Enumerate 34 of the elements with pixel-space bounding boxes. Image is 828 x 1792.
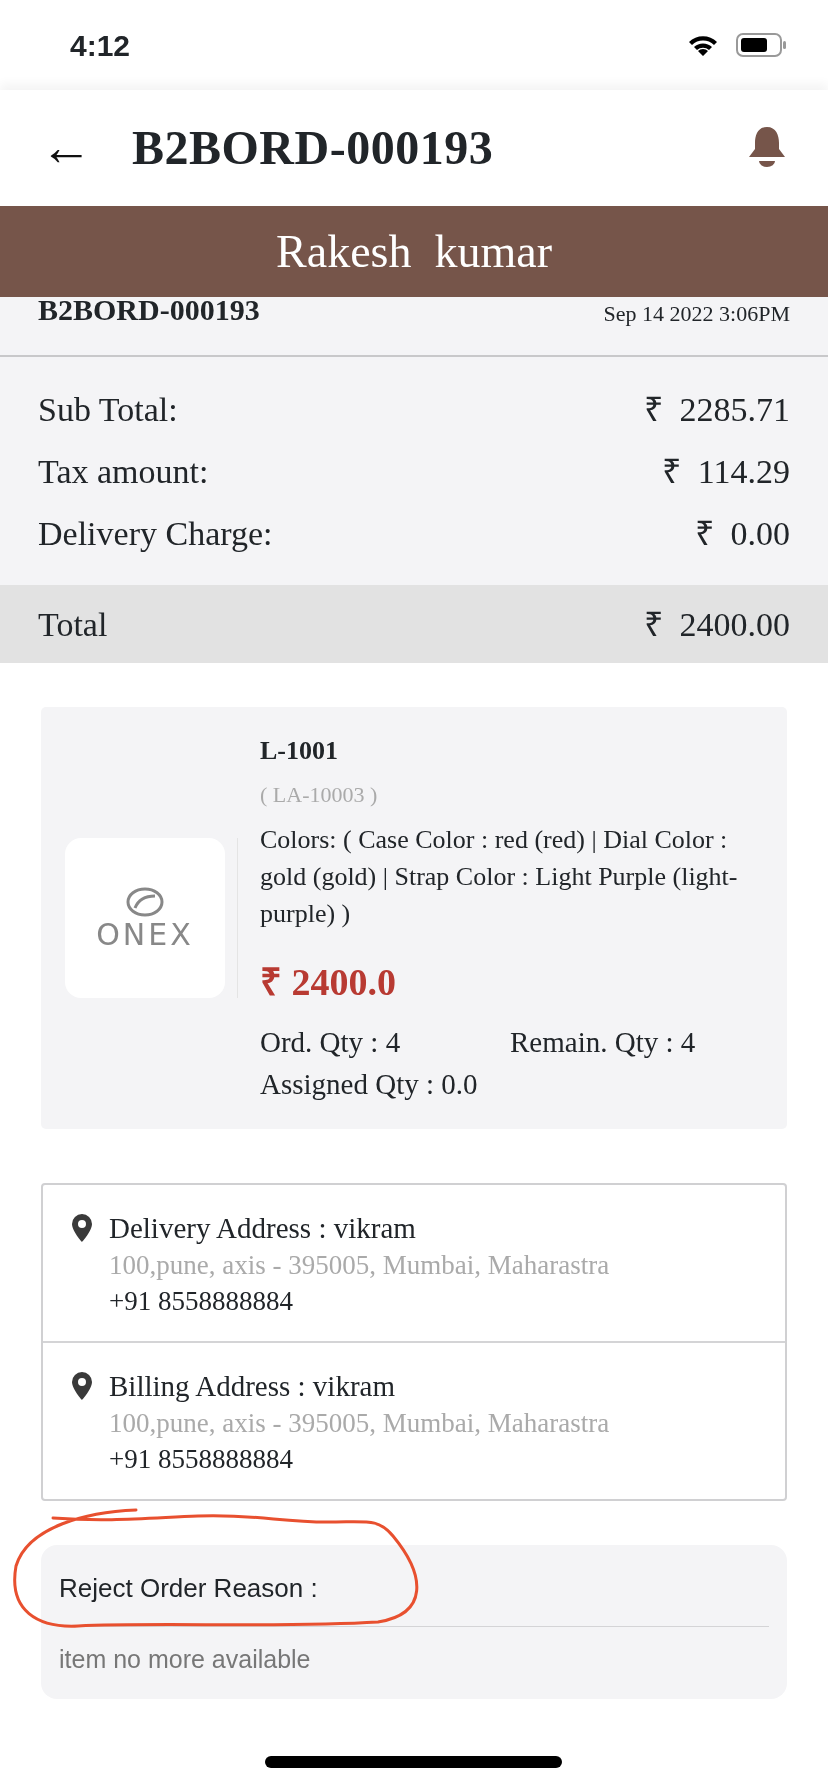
summary-label: Sub Total: [38, 390, 178, 430]
phone-number: +91 8558888884 [109, 1443, 294, 1476]
summary-amount: ₹ 2285.71 [643, 390, 790, 430]
product-code: ( LA-10003 ) [260, 781, 379, 809]
assigned-quantity: Assigned Qty : 0.0 [260, 1067, 479, 1102]
page-title: B2BORD-000193 [132, 120, 494, 176]
summary-amount: ₹ 114.29 [661, 452, 790, 492]
customer-name-banner: Rakesh kumar [0, 206, 828, 297]
address-text: 100,pune, axis - 395005, Mumbai, Maharastra [109, 1407, 610, 1440]
address-title: Billing Address : vikram [109, 1369, 396, 1404]
order-number: B2BORD-000193 [38, 295, 260, 325]
address-title: Delivery Address : vikram [109, 1211, 417, 1246]
status-time: 4:12 [70, 27, 131, 64]
summary-amount: ₹ 0.00 [694, 514, 790, 554]
order-date: Sep 14 2022 3:06PM [603, 303, 790, 325]
leaf-icon [125, 885, 165, 918]
summary-label: Tax amount: [38, 452, 209, 492]
location-pin-icon [71, 1371, 93, 1401]
reject-reason-text: item no more available [59, 1644, 312, 1675]
product-price: ₹ 2400.0 [260, 960, 397, 1005]
summary-label: Delivery Charge: [38, 514, 273, 554]
location-pin-icon [71, 1213, 93, 1243]
product-name: L-1001 [260, 735, 339, 767]
total-amount: ₹ 2400.00 [643, 604, 790, 645]
battery-icon [736, 32, 788, 58]
remaining-quantity: Remain. Qty : 4 [510, 1025, 696, 1060]
product-colors: Colors: ( Case Color : red (red) | Dial Color : gold (gold) | Strap Color : Light Purple (light-purple) ) [260, 824, 739, 930]
phone-number: +91 8558888884 [109, 1285, 294, 1318]
logo-text: ONEX [96, 917, 194, 951]
reject-reason-label: Reject Order Reason : [59, 1569, 769, 1627]
total-label: Total [38, 604, 108, 645]
back-button[interactable]: ← [40, 122, 92, 174]
address-text: 100,pune, axis - 395005, Mumbai, Maharastra [109, 1249, 610, 1282]
ordered-quantity: Ord. Qty : 4 [260, 1025, 402, 1060]
